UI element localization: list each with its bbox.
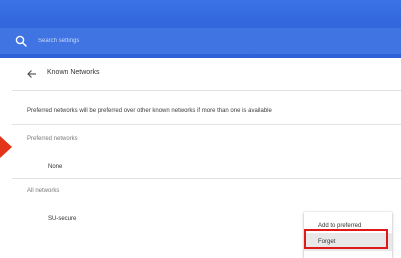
- search-input[interactable]: [38, 33, 238, 49]
- search-icon[interactable]: [14, 34, 28, 48]
- preferred-networks-header: Preferred networks: [27, 136, 78, 142]
- network-item-su-secure[interactable]: SU-secure: [48, 216, 76, 222]
- description-text: Preferred networks will be preferred ove…: [27, 108, 272, 114]
- divider: [12, 90, 401, 91]
- divider: [12, 124, 401, 125]
- arrow-left-icon[interactable]: [27, 69, 37, 79]
- pointer-arrow-icon: [0, 136, 12, 158]
- divider: [12, 178, 401, 179]
- all-networks-header: All networks: [27, 188, 60, 194]
- title-row: Known Networks: [12, 58, 401, 90]
- page-title: Known Networks: [47, 69, 100, 76]
- preferred-network-item: None: [48, 164, 63, 170]
- search-bar[interactable]: [0, 28, 401, 54]
- settings-header: [0, 0, 401, 58]
- forget-highlight-box: [304, 229, 388, 249]
